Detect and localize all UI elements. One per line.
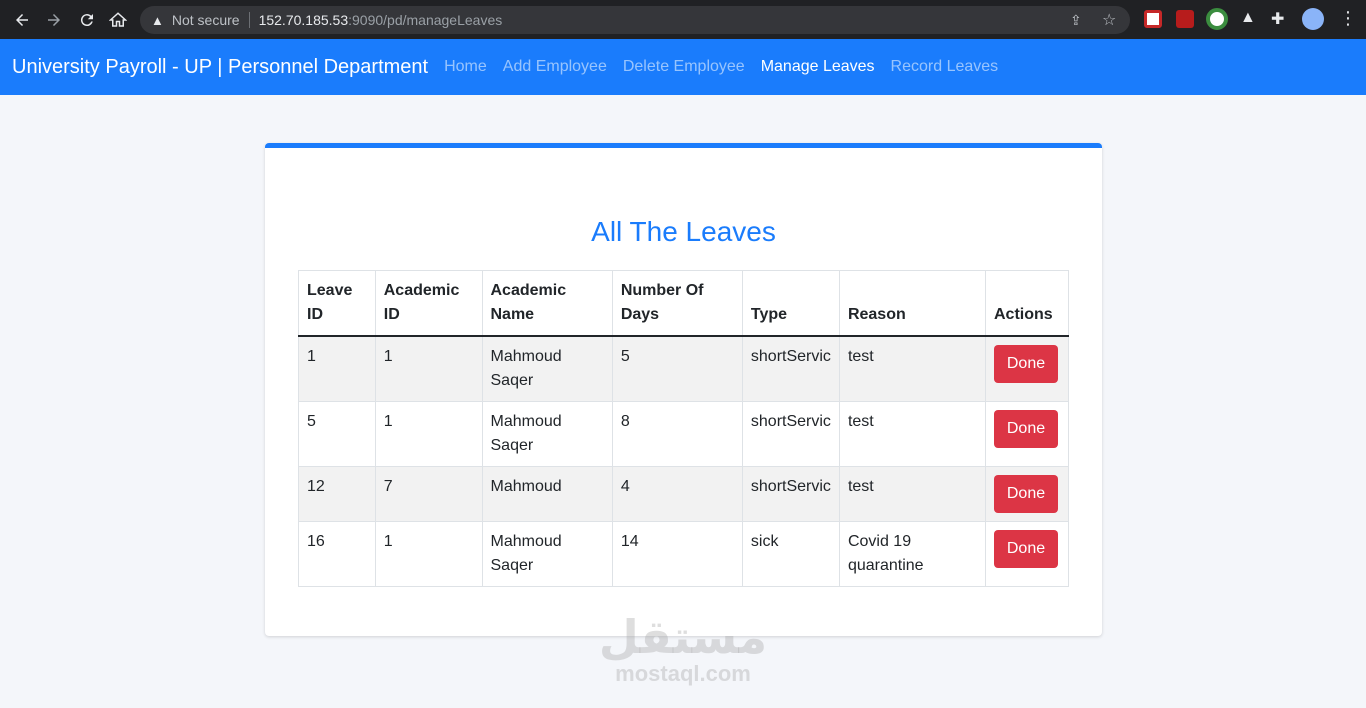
cell-days: 14 [611, 521, 743, 587]
cell-type: sick [741, 521, 840, 587]
cell-reason: test [838, 401, 987, 467]
table-row: 12 7 Mahmoud 4 shortServic test Done [298, 466, 1069, 522]
nav-links: Home Add Employee Delete Employee Manage… [444, 58, 1014, 76]
cell-days: 8 [611, 401, 743, 467]
nav-link-record-leaves[interactable]: Record Leaves [891, 58, 999, 76]
cell-leave-id: 5 [298, 401, 376, 467]
done-button[interactable]: Done [994, 530, 1058, 568]
extension-red-icon[interactable] [1176, 10, 1194, 28]
share-icon[interactable]: ⇪ [1070, 12, 1082, 29]
cell-type: shortServic [741, 335, 840, 402]
extensions-puzzle-icon[interactable]: ✚ [1271, 9, 1284, 29]
cell-academic-id: 1 [374, 521, 483, 587]
header-number-of-days: Number Of Days [611, 270, 743, 337]
cell-actions: Done [985, 335, 1069, 402]
cell-leave-id: 16 [298, 521, 376, 587]
cell-academic-name: Mahmoud Saqer [481, 521, 613, 587]
address-bar[interactable]: ▲ Not secure 152.70.185.53:9090/pd/manag… [140, 6, 1130, 34]
browser-toolbar: ▲ Not secure 152.70.185.53:9090/pd/manag… [0, 0, 1366, 39]
nav-link-add-employee[interactable]: Add Employee [503, 58, 607, 76]
forward-arrow-icon[interactable] [43, 9, 65, 31]
table-row: 16 1 Mahmoud Saqer 14 sick Covid 19 quar… [298, 521, 1069, 587]
url-host: 152.70.185.53 [258, 12, 349, 28]
header-leave-id: Leave ID [298, 270, 376, 337]
omnibox-divider [248, 12, 250, 28]
cell-academic-id: 7 [374, 466, 483, 522]
cell-type: shortServic [741, 466, 840, 522]
mostaql-watermark: مستقل mostaql.com [598, 612, 768, 686]
app-navbar: University Payroll - UP | Personnel Depa… [0, 39, 1366, 95]
back-arrow-icon[interactable] [11, 9, 33, 31]
header-academic-id: Academic ID [374, 270, 483, 337]
done-button[interactable]: Done [994, 410, 1058, 448]
leaves-card: All The Leaves Leave ID Academic ID Acad… [265, 143, 1102, 636]
table-row: 1 1 Mahmoud Saqer 5 shortServic test Don… [298, 335, 1069, 402]
security-label: Not secure [171, 12, 240, 28]
profile-avatar-icon[interactable] [1302, 8, 1324, 30]
cell-leave-id: 1 [298, 335, 376, 402]
cell-academic-name: Mahmoud Saqer [481, 401, 613, 467]
nav-link-home[interactable]: Home [444, 58, 487, 76]
watermark-arabic: مستقل [598, 611, 768, 663]
bookmark-star-icon[interactable]: ☆ [1102, 10, 1116, 30]
cell-academic-name: Mahmoud Saqer [481, 335, 613, 402]
warning-icon: ▲ [151, 12, 164, 28]
cell-days: 5 [611, 335, 743, 402]
table-row: 5 1 Mahmoud Saqer 8 shortServic test Don… [298, 401, 1069, 467]
watermark-latin: mostaql.com [615, 661, 751, 686]
cell-type-text: shortServic [750, 478, 831, 495]
menu-kebab-icon[interactable]: ⋮ [1339, 8, 1357, 29]
table-header-row: Leave ID Academic ID Academic Name Numbe… [298, 270, 1069, 337]
cell-type-text: shortServic [750, 348, 831, 365]
cell-reason: Covid 19 quarantine [838, 521, 987, 587]
nav-link-delete-employee[interactable]: Delete Employee [623, 58, 745, 76]
nav-link-manage-leaves[interactable]: Manage Leaves [761, 58, 875, 76]
cell-reason: test [838, 335, 987, 402]
header-actions: Actions [985, 270, 1069, 337]
brand-title[interactable]: University Payroll - UP | Personnel Depa… [12, 56, 428, 79]
cell-type-text: sick [750, 533, 779, 550]
cell-academic-id: 1 [374, 335, 483, 402]
leaves-table: Leave ID Academic ID Academic Name Numbe… [298, 270, 1069, 587]
cell-actions: Done [985, 466, 1069, 522]
cell-type-text: shortServic [750, 413, 831, 430]
cell-academic-id: 1 [374, 401, 483, 467]
extension-mountain-icon[interactable]: ▲ [1240, 9, 1256, 27]
cell-days: 4 [611, 466, 743, 522]
header-type: Type [741, 270, 840, 337]
page-title: All The Leaves [591, 216, 776, 247]
header-reason: Reason [838, 270, 987, 337]
done-button[interactable]: Done [994, 345, 1058, 383]
reload-icon[interactable] [76, 9, 98, 31]
cell-type: shortServic [741, 401, 840, 467]
done-button[interactable]: Done [994, 475, 1058, 513]
cell-leave-id: 12 [298, 466, 376, 522]
url-path: :9090/pd/manageLeaves [348, 12, 503, 28]
header-academic-name: Academic Name [481, 270, 613, 337]
cell-reason: test [838, 466, 987, 522]
cell-academic-name: Mahmoud [481, 466, 613, 522]
cell-actions: Done [985, 521, 1069, 587]
extension-shield-icon[interactable] [1144, 10, 1162, 28]
home-icon[interactable] [107, 9, 129, 31]
cell-actions: Done [985, 401, 1069, 467]
extension-round-icon[interactable] [1206, 8, 1228, 30]
